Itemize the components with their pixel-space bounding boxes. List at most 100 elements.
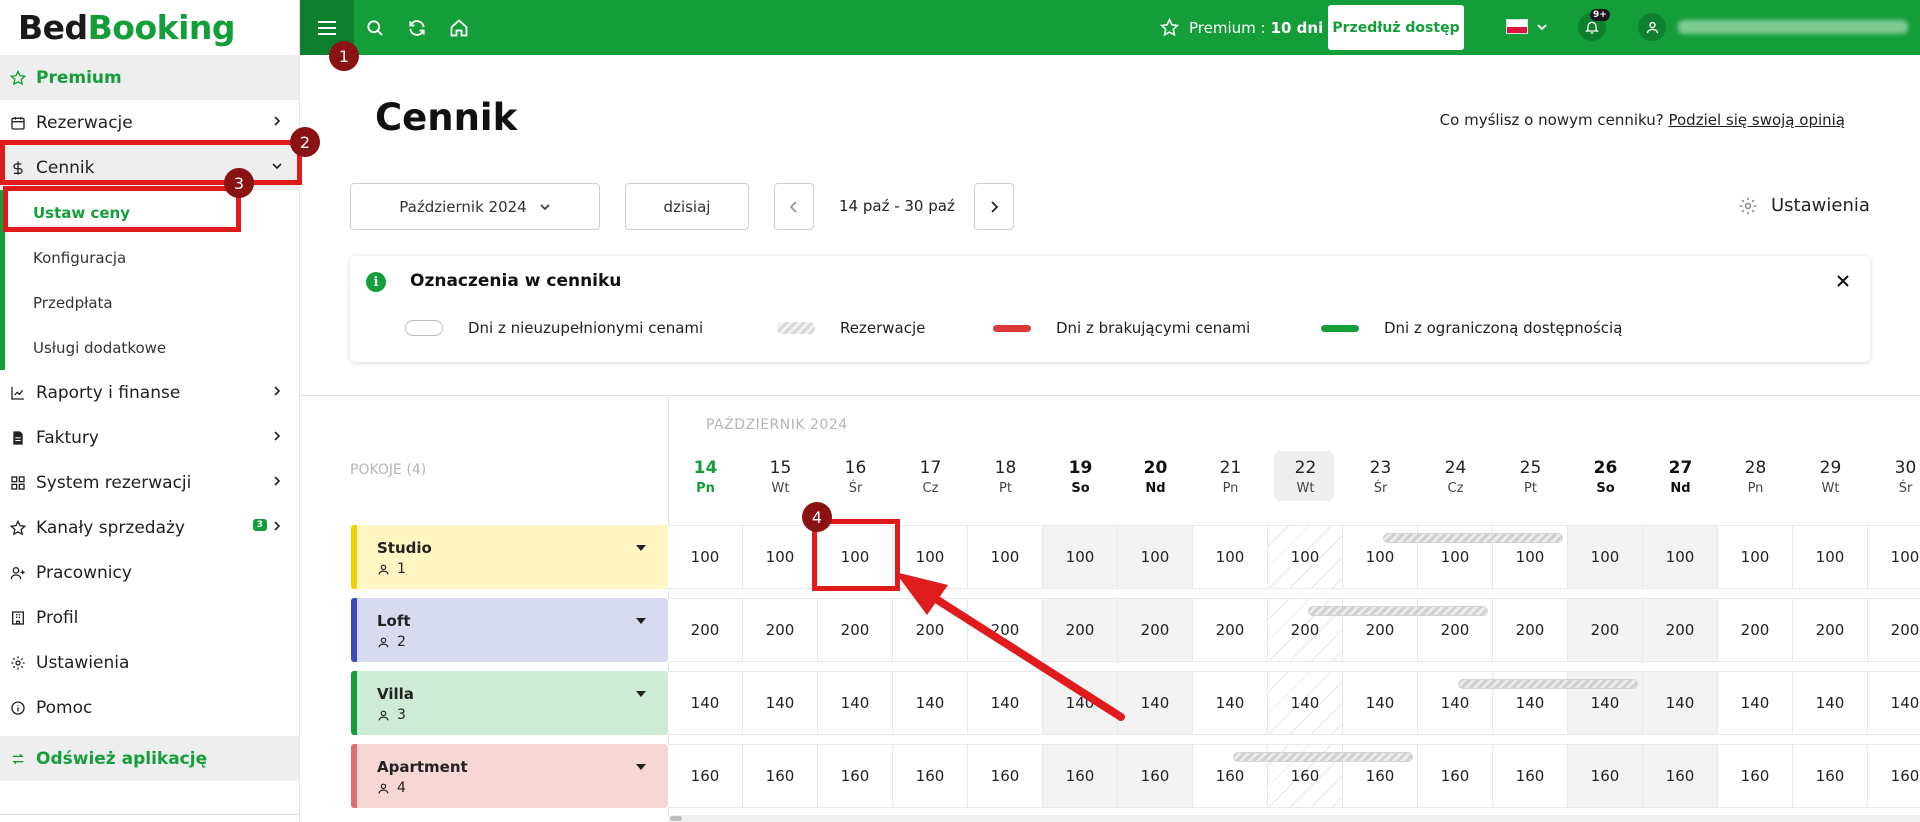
price-cell[interactable]: 160 (743, 744, 818, 808)
refresh-app-button[interactable]: Odśwież aplikację (0, 736, 299, 781)
price-cell[interactable]: 100 (1568, 525, 1643, 589)
caret-down-icon[interactable] (636, 618, 646, 624)
sidebar-item-ustawienia[interactable]: Ustawienia (0, 640, 299, 685)
price-cell[interactable]: 100 (1718, 525, 1793, 589)
price-cell[interactable]: 140 (1268, 671, 1343, 735)
sidebar-item-profil[interactable]: Profil (0, 595, 299, 640)
price-cell[interactable]: 160 (1118, 744, 1193, 808)
feedback-link[interactable]: Podziel się swoją opinią (1668, 111, 1845, 129)
day-header[interactable]: 15 Wt (743, 458, 818, 496)
price-cell[interactable]: 140 (1718, 671, 1793, 735)
app-logo[interactable]: Bed Booking (0, 0, 299, 55)
price-cell[interactable]: 100 (1193, 525, 1268, 589)
price-cell[interactable]: 100 (1793, 525, 1868, 589)
price-cell[interactable]: 140 (1043, 671, 1118, 735)
submenu-item-przedplata[interactable]: Przedpłata (0, 280, 299, 325)
price-cell[interactable]: 100 (668, 525, 743, 589)
room-card[interactable]: Apartment 4 (351, 744, 668, 808)
price-cell[interactable]: 160 (1643, 744, 1718, 808)
price-cell[interactable]: 200 (1193, 598, 1268, 662)
price-cell[interactable]: 160 (1418, 744, 1493, 808)
price-cell[interactable]: 100 (743, 525, 818, 589)
sync-button[interactable] (396, 0, 438, 55)
price-cell[interactable]: 140 (1868, 671, 1920, 735)
price-cell[interactable]: 140 (668, 671, 743, 735)
next-period-button[interactable] (974, 183, 1014, 230)
pricing-settings-button[interactable]: Ustawienia (1738, 195, 1870, 216)
blurred-username[interactable] (1678, 20, 1908, 34)
price-cell[interactable]: 200 (968, 598, 1043, 662)
day-header[interactable]: 28 Pn (1718, 458, 1793, 496)
sidebar-item-system-rezerwacji[interactable]: System rezerwacji (0, 460, 299, 505)
price-cell[interactable]: 160 (968, 744, 1043, 808)
extend-access-button[interactable]: Przedłuż dostęp (1328, 5, 1464, 50)
language-select[interactable] (1506, 19, 1548, 34)
day-header[interactable]: 27 Nd (1643, 458, 1718, 496)
day-header[interactable]: 23 Śr (1343, 458, 1418, 496)
price-cell[interactable]: 140 (818, 671, 893, 735)
day-header[interactable]: 19 So (1043, 458, 1118, 496)
day-header[interactable]: 24 Cz (1418, 458, 1493, 496)
price-cell[interactable]: 160 (1493, 744, 1568, 808)
reservation-bar[interactable] (1308, 606, 1488, 616)
price-cell[interactable]: 160 (1793, 744, 1868, 808)
price-cell[interactable]: 160 (893, 744, 968, 808)
day-header[interactable]: 21 Pn (1193, 458, 1268, 496)
reservation-bar[interactable] (1233, 752, 1413, 762)
price-cell[interactable]: 200 (1118, 598, 1193, 662)
price-cell[interactable]: 200 (668, 598, 743, 662)
sidebar-item-raporty[interactable]: Raporty i finanse (0, 370, 299, 415)
price-cell[interactable]: 160 (668, 744, 743, 808)
price-cell[interactable]: 200 (1868, 598, 1920, 662)
premium-status[interactable]: Premium : 10 dni (1160, 0, 1323, 55)
price-cell[interactable]: 140 (743, 671, 818, 735)
day-header[interactable]: 26 So (1568, 458, 1643, 496)
sidebar-item-pracownicy[interactable]: Pracownicy (0, 550, 299, 595)
price-cell[interactable]: 160 (818, 744, 893, 808)
price-cell[interactable]: 100 (893, 525, 968, 589)
sidebar-item-kanaly-sprzedazy[interactable]: Kanały sprzedaży 3 (0, 505, 299, 550)
room-card[interactable]: Villa 3 (351, 671, 668, 735)
day-header[interactable]: 16 Śr (818, 458, 893, 496)
price-cell[interactable]: 100 (1268, 525, 1343, 589)
price-cell[interactable]: 160 (1718, 744, 1793, 808)
reservation-bar[interactable] (1383, 533, 1563, 543)
price-cell[interactable]: 200 (893, 598, 968, 662)
caret-down-icon[interactable] (636, 764, 646, 770)
day-header[interactable]: 25 Pt (1493, 458, 1568, 496)
price-cell[interactable]: 140 (1643, 671, 1718, 735)
day-header[interactable]: 18 Pt (968, 458, 1043, 496)
day-header[interactable]: 14 Pn (668, 458, 743, 496)
price-cell[interactable]: 200 (818, 598, 893, 662)
room-card[interactable]: Loft 2 (351, 598, 668, 662)
sidebar-item-faktury[interactable]: Faktury (0, 415, 299, 460)
price-cell[interactable]: 140 (1118, 671, 1193, 735)
sidebar-item-premium[interactable]: Premium (0, 55, 299, 100)
day-header[interactable]: 29 Wt (1793, 458, 1868, 496)
sidebar-item-pomoc[interactable]: Pomoc (0, 685, 299, 730)
price-cell[interactable]: 100 (1043, 525, 1118, 589)
price-cell[interactable]: 160 (1868, 744, 1920, 808)
room-card[interactable]: Studio 1 (351, 525, 668, 589)
day-header[interactable]: 30 Śr (1868, 458, 1920, 496)
price-cell[interactable]: 140 (1343, 671, 1418, 735)
horizontal-scrollbar[interactable] (668, 815, 1920, 822)
month-select[interactable]: Październik 2024 (350, 183, 600, 230)
price-cell[interactable]: 100 (968, 525, 1043, 589)
price-cell[interactable]: 160 (1568, 744, 1643, 808)
price-cell[interactable]: 200 (1643, 598, 1718, 662)
price-cell[interactable]: 100 (1643, 525, 1718, 589)
price-cell[interactable]: 160 (1043, 744, 1118, 808)
submenu-item-konfiguracja[interactable]: Konfiguracja (0, 235, 299, 280)
price-cell[interactable]: 140 (968, 671, 1043, 735)
day-header[interactable]: 17 Cz (893, 458, 968, 496)
caret-down-icon[interactable] (636, 691, 646, 697)
price-cell[interactable]: 200 (1493, 598, 1568, 662)
prev-period-button[interactable] (774, 183, 814, 230)
price-cell[interactable]: 140 (893, 671, 968, 735)
submenu-item-uslugi-dodatkowe[interactable]: Usługi dodatkowe (0, 325, 299, 370)
price-cell[interactable]: 200 (1568, 598, 1643, 662)
home-button[interactable] (438, 0, 480, 55)
legend-close-button[interactable] (1832, 270, 1854, 292)
day-header[interactable]: 22 Wt (1268, 451, 1343, 501)
